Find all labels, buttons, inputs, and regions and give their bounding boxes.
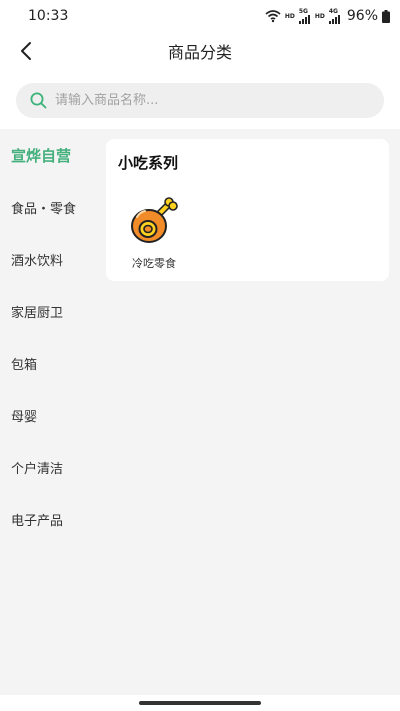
status-icons: HD 5G HD 4G 96% [265, 8, 390, 24]
search-bar [0, 70, 400, 129]
navigation-bar [0, 695, 400, 711]
sidebar-item-xuanye-self-operated[interactable]: 宣烨自营 [0, 129, 100, 181]
back-button[interactable] [12, 37, 40, 65]
search-input[interactable] [55, 93, 355, 108]
signal-4g-icon [328, 15, 340, 24]
sidebar-item-bags[interactable]: 包箱 [0, 337, 100, 389]
drumstick-icon [131, 197, 178, 243]
search-box[interactable] [16, 83, 384, 118]
search-icon [30, 92, 47, 109]
subcategory-card: 小吃系列 冷吃零食 [106, 139, 389, 281]
status-time: 10:33 [28, 8, 69, 24]
signal-4g-label: 4G [328, 8, 338, 15]
back-arrow-icon [21, 42, 31, 60]
page-title: 商品分类 [167, 43, 232, 62]
signal-4g: 4G [328, 8, 341, 24]
signal-5g-label: 5G [298, 8, 308, 15]
header: 商品分类 [0, 32, 400, 70]
hd-badge-2: HD [314, 12, 325, 20]
signal-5g-icon [298, 15, 310, 24]
product-item[interactable]: 冷吃零食 [126, 195, 182, 271]
wifi-icon [265, 10, 281, 23]
status-bar: 10:33 HD 5G HD 4G 96% [0, 0, 400, 32]
sidebar-item-mother-baby[interactable]: 母婴 [0, 389, 100, 441]
product-label: 冷吃零食 [132, 257, 176, 270]
battery-icon [382, 9, 390, 23]
home-gesture-handle[interactable] [139, 701, 261, 705]
sidebar-item-home-kitchen[interactable]: 家居厨卫 [0, 285, 100, 337]
signal-5g: 5G [298, 8, 311, 24]
category-sidebar: 宣烨自营 食品・零食 酒水饮料 家居厨卫 包箱 母婴 个户清洁 电子产品 [0, 129, 100, 695]
sidebar-item-cleaning[interactable]: 个户清洁 [0, 441, 100, 493]
hd-badge: HD [284, 12, 295, 20]
battery-percent: 96% [346, 8, 378, 24]
sidebar-item-electronics[interactable]: 电子产品 [0, 493, 100, 545]
screen: 10:33 HD 5G HD 4G 96% 商品分类 请输入商品名称... 宣烨… [0, 0, 400, 711]
section-title: 小吃系列 [118, 154, 179, 172]
sidebar-item-drinks[interactable]: 酒水饮料 [0, 233, 100, 285]
sidebar-item-food-snacks[interactable]: 食品・零食 [0, 181, 100, 233]
